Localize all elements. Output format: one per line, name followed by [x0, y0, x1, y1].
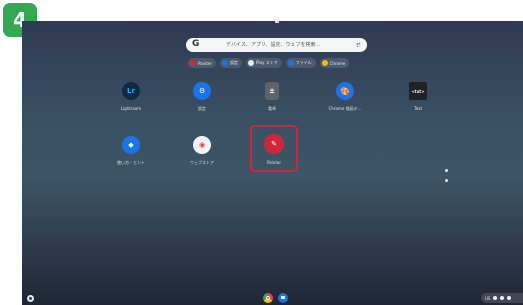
wifi-icon	[500, 296, 505, 300]
app-calculator[interactable]: ± 電卓	[252, 82, 292, 112]
play-store-icon	[248, 60, 255, 66]
app-label: Lightroom	[120, 106, 142, 111]
chip-label: Chrome	[329, 60, 346, 66]
settings-icon	[222, 60, 229, 66]
text-app-icon: <txt>	[409, 82, 427, 100]
chrome-icon	[321, 60, 328, 66]
page-indicator-dot[interactable]	[445, 169, 448, 172]
chip-files[interactable]: ファイル	[285, 58, 316, 68]
chromeos-launcher-screen: G デバイス、アプリ、設定、ウェブを検索... Painter 設定 Play …	[22, 21, 523, 305]
chip-chrome[interactable]: Chrome	[319, 58, 350, 68]
page-indicator-dot[interactable]	[445, 179, 448, 182]
assistant-mic-icon[interactable]	[356, 42, 361, 48]
web-store-icon: ◉	[193, 136, 211, 154]
calculator-icon: ±	[265, 82, 279, 100]
suggestion-chips: Painter 設定 Play ストア ファイル Chrome	[188, 58, 350, 68]
files-shelf-icon[interactable]	[278, 293, 288, 303]
app-explore[interactable]: ◆ 使い方・ヒント	[111, 136, 151, 166]
chip-play-store[interactable]: Play ストア	[246, 58, 282, 68]
launcher-button[interactable]	[27, 295, 34, 302]
chrome-shelf-icon[interactable]	[263, 293, 273, 303]
app-label: 使い方・ヒント	[117, 160, 145, 165]
painter-icon	[190, 60, 196, 66]
battery-icon	[507, 296, 512, 300]
lightroom-icon: Lr	[122, 82, 140, 100]
input-method-indicator: US	[485, 295, 491, 301]
chip-painter[interactable]: Painter	[188, 58, 217, 68]
chip-label: Painter	[198, 60, 213, 66]
painter-highlight-box	[250, 125, 298, 172]
chip-label: Play ストア	[256, 60, 278, 65]
app-label: Text	[413, 106, 423, 111]
launcher-handle[interactable]	[275, 21, 279, 23]
google-logo: G	[192, 39, 200, 49]
launcher-search-bar[interactable]: G デバイス、アプリ、設定、ウェブを検索...	[186, 38, 367, 52]
explore-icon: ◆	[122, 136, 140, 154]
app-label: 設定	[198, 106, 206, 111]
chip-label: 設定	[230, 60, 239, 65]
app-settings[interactable]: ⚙ 設定	[182, 82, 222, 112]
app-web-store[interactable]: ◉ ウェブストア	[182, 136, 222, 166]
app-lightroom[interactable]: Lr Lightroom	[111, 82, 151, 111]
status-tray[interactable]: US	[481, 293, 523, 303]
settings-icon: ⚙	[193, 82, 211, 100]
search-input[interactable]: デバイス、アプリ、設定、ウェブを検索...	[226, 41, 320, 48]
app-text[interactable]: <txt> Text	[398, 82, 438, 111]
shelf: US	[22, 291, 523, 305]
chrome-canvas-icon: 🎨	[336, 82, 354, 100]
app-label: 電卓	[268, 106, 276, 111]
app-label: ウェブストア	[190, 160, 214, 165]
files-icon	[287, 60, 294, 66]
app-label: Chrome 描画キ...	[328, 106, 362, 111]
network-icon	[493, 296, 498, 300]
chip-label: ファイル	[295, 60, 312, 65]
chip-settings[interactable]: 設定	[220, 58, 243, 68]
app-chrome-canvas[interactable]: 🎨 Chrome 描画キ...	[325, 82, 365, 112]
